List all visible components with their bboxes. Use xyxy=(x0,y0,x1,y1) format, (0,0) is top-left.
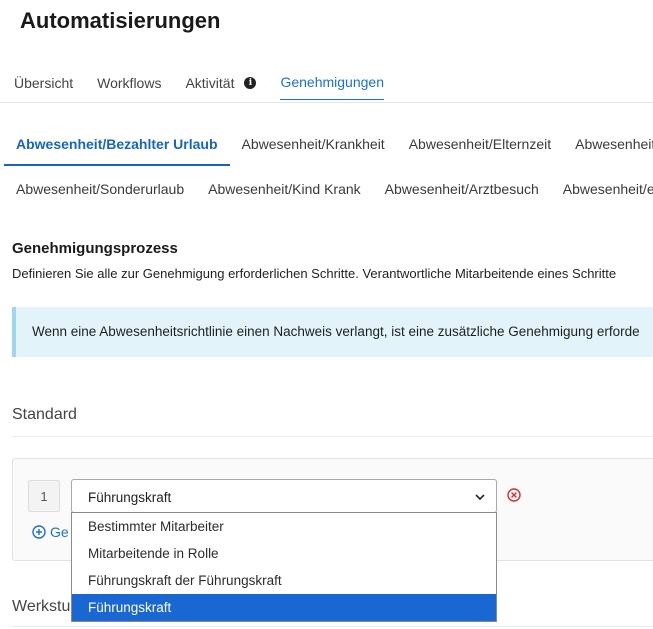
policy-tab-special-leave[interactable]: Abwesenheit/Sonderurlaub xyxy=(4,171,196,209)
approver-select[interactable]: Führungskraft xyxy=(71,479,497,513)
tab-workflows[interactable]: Workflows xyxy=(97,74,161,100)
option-manager[interactable]: Führungskraft xyxy=(72,594,496,621)
section-heading: Genehmigungsprozess xyxy=(12,240,178,257)
policy-tab-more-2[interactable]: Abwesenheit/e xyxy=(551,171,653,209)
tab-activity[interactable]: Aktivität i xyxy=(185,74,257,100)
tab-label: Workflows xyxy=(97,74,162,91)
section-description: Definieren Sie alle zur Genehmigung erfo… xyxy=(12,266,617,281)
policy-tab-more[interactable]: Abwesenheit xyxy=(563,126,653,166)
divider xyxy=(12,626,653,627)
add-step-link[interactable]: Ge xyxy=(50,524,69,540)
add-circle-icon[interactable] xyxy=(32,525,46,539)
option-employees-in-role[interactable]: Mitarbeitende in Rolle xyxy=(72,540,496,567)
info-icon: i xyxy=(244,76,257,89)
policy-tabs-row-1: Abwesenheit/Bezahlter Urlaub Abwesenheit… xyxy=(4,126,653,166)
remove-step-icon[interactable] xyxy=(507,488,521,502)
tab-label: Übersicht xyxy=(14,74,74,91)
info-banner: Wenn eine Abwesenheitsrichtlinie einen N… xyxy=(12,307,653,357)
option-managers-manager[interactable]: Führungskraft der Führungskraft xyxy=(72,567,496,594)
step-number: 1 xyxy=(28,480,60,512)
info-banner-text: Wenn eine Abwesenheitsrichtlinie einen N… xyxy=(32,324,640,339)
policy-tab-doctor-visit[interactable]: Abwesenheit/Arztbesuch xyxy=(373,171,551,209)
policy-tab-sickness[interactable]: Abwesenheit/Krankheit xyxy=(230,126,397,166)
tabs-divider xyxy=(0,102,653,103)
tab-label: Aktivität xyxy=(185,74,235,91)
policy-tabs-row-2: Abwesenheit/Sonderurlaub Abwesenheit/Kin… xyxy=(4,171,653,209)
tab-approvals[interactable]: Genehmigungen xyxy=(280,74,384,100)
tab-overview[interactable]: Übersicht xyxy=(14,74,73,100)
page-title: Automatisierungen xyxy=(20,8,221,33)
chevron-down-icon xyxy=(475,494,485,501)
main-tabs: Übersicht Workflows Aktivität i Genehmigu… xyxy=(14,74,408,100)
approver-dropdown-list: Bestimmter Mitarbeiter Mitarbeitende in … xyxy=(71,512,497,622)
approver-select-value: Führungskraft xyxy=(88,490,172,505)
policy-tab-parental-leave[interactable]: Abwesenheit/Elternzeit xyxy=(397,126,563,166)
group-label-standard: Standard xyxy=(12,406,77,423)
group-label-werkstudent: Werkstu xyxy=(12,598,71,615)
policy-tab-child-sick[interactable]: Abwesenheit/Kind Krank xyxy=(196,171,373,209)
option-specific-employee[interactable]: Bestimmter Mitarbeiter xyxy=(72,513,496,540)
policy-tab-paid-leave[interactable]: Abwesenheit/Bezahlter Urlaub xyxy=(4,126,230,166)
divider xyxy=(12,436,653,437)
tab-label: Genehmigungen xyxy=(280,74,384,90)
